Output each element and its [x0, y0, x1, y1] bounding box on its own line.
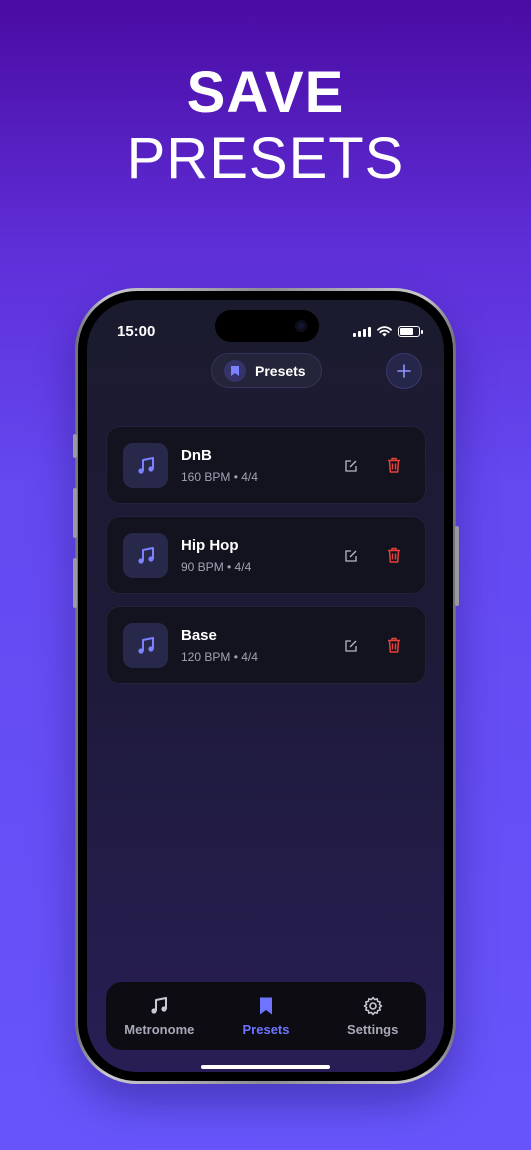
add-preset-button[interactable] [386, 353, 422, 389]
nav-title: Presets [255, 362, 306, 379]
headline-line-2: PRESETS [126, 126, 405, 191]
preset-card[interactable]: Base 120 BPM • 4/4 [106, 606, 426, 684]
plus-icon [397, 364, 411, 378]
music-note-icon [123, 533, 168, 578]
dynamic-island [215, 310, 319, 342]
preset-meta: 160 BPM • 4/4 [181, 470, 258, 484]
nav-title-pill: Presets [211, 353, 322, 388]
gear-icon [363, 996, 382, 1015]
preset-meta: 120 BPM • 4/4 [181, 650, 258, 664]
tab-presets[interactable]: Presets [213, 982, 320, 1050]
home-indicator[interactable] [201, 1065, 330, 1069]
preset-list: DnB 160 BPM • 4/4 Hip Hop 90 BPM • 4/4 B… [106, 426, 426, 696]
trash-icon[interactable] [384, 545, 404, 565]
headline: SAVE PRESETS [0, 60, 531, 192]
tab-label: Presets [242, 1021, 290, 1037]
silent-switch [73, 434, 77, 458]
preset-meta: 90 BPM • 4/4 [181, 560, 252, 574]
volume-up-button [73, 488, 77, 538]
headline-line-1: SAVE [186, 60, 345, 125]
tab-label: Settings [347, 1021, 399, 1037]
preset-card[interactable]: DnB 160 BPM • 4/4 [106, 426, 426, 504]
edit-icon[interactable] [341, 546, 361, 566]
preset-card[interactable]: Hip Hop 90 BPM • 4/4 [106, 516, 426, 594]
bookmark-icon [260, 997, 272, 1014]
wifi-icon [377, 326, 392, 337]
status-icons [353, 326, 423, 337]
tab-bar: Metronome Presets Settings [106, 982, 426, 1050]
power-button [455, 526, 459, 606]
tab-label: Metronome [124, 1021, 195, 1037]
tab-settings[interactable]: Settings [319, 982, 426, 1050]
edit-icon[interactable] [341, 456, 361, 476]
trash-icon[interactable] [384, 635, 404, 655]
preset-name: Hip Hop [181, 537, 239, 554]
preset-name: DnB [181, 447, 212, 464]
music-note-icon [151, 996, 168, 1014]
volume-down-button [73, 558, 77, 608]
phone-frame: 15:00 Presets DnB 160 BPM • 4/4 Hip Hop … [75, 288, 456, 1084]
app-screen: 15:00 Presets DnB 160 BPM • 4/4 Hip Hop … [87, 300, 444, 1072]
trash-icon[interactable] [384, 455, 404, 475]
music-note-icon [123, 623, 168, 668]
preset-name: Base [181, 627, 217, 644]
signal-icon [353, 326, 371, 337]
music-note-icon [123, 443, 168, 488]
status-time: 15:00 [117, 323, 156, 340]
tab-metronome[interactable]: Metronome [106, 982, 213, 1050]
battery-icon [398, 326, 423, 337]
bookmark-icon [224, 359, 246, 382]
edit-icon[interactable] [341, 636, 361, 656]
